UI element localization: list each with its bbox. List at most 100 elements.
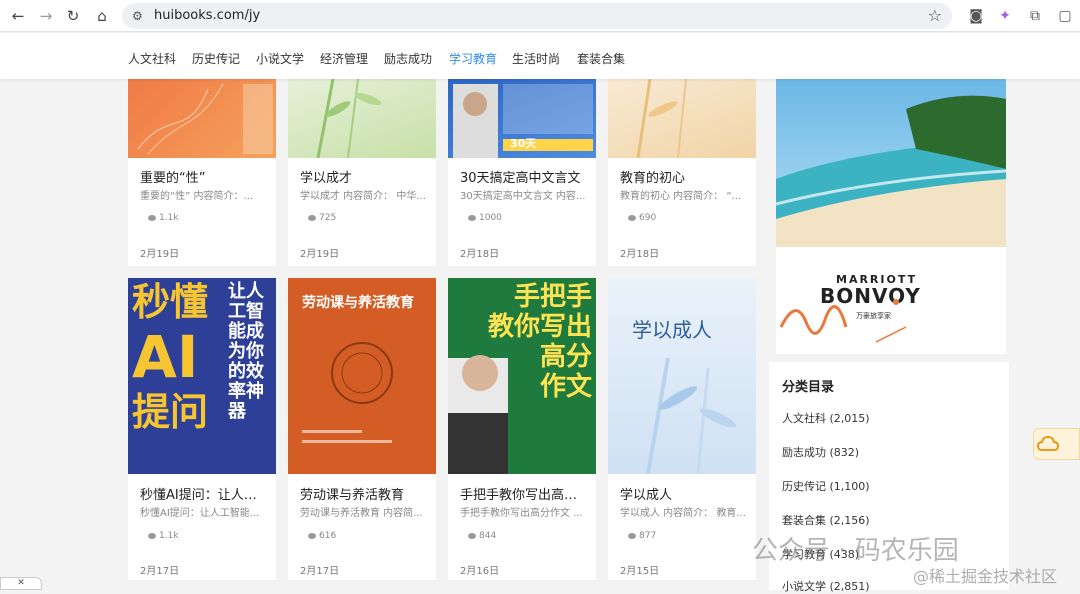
- book-cover[interactable]: 30天: [448, 79, 596, 158]
- view-count: 1.1k: [148, 213, 179, 223]
- bamboo-art: [316, 79, 382, 158]
- ai-side-text: 让人工智能成为你的效率神器: [228, 281, 264, 422]
- nav-item-fiction[interactable]: 小说文学: [256, 50, 304, 67]
- bamboo-art: [636, 79, 687, 158]
- floating-cloud-button[interactable]: [1033, 428, 1080, 460]
- book-title[interactable]: 重要的“性”: [140, 167, 268, 186]
- bamboo-art: [646, 357, 737, 474]
- category-link[interactable]: 历史传记 (1,100): [782, 478, 870, 494]
- puzzle-icon[interactable]: ⧉: [1025, 6, 1045, 26]
- book-card[interactable]: 手把手 教你写出 高分 作文 手把手教你写出高分... 手把手教你写出高分作文 …: [448, 278, 596, 580]
- category-link[interactable]: 小说文学 (2,851): [782, 578, 870, 594]
- book-cover[interactable]: 手把手 教你写出 高分 作文: [448, 278, 596, 474]
- category-link[interactable]: 人文社科 (2,015): [782, 410, 870, 426]
- book-title[interactable]: 手把手教你写出高分...: [460, 484, 588, 503]
- book-desc: 手把手教你写出高分作文 ...: [460, 508, 583, 519]
- ad-brand-area: MARRIOTT BONVOY 万豪旅享家: [776, 247, 1006, 354]
- seal-icon: [302, 342, 393, 443]
- category-link[interactable]: 套装合集 (2,156): [782, 512, 870, 528]
- view-count: 690: [628, 213, 656, 223]
- book-desc: 秒懂AI提问：让人工智能...: [140, 508, 260, 519]
- book-title[interactable]: 教育的初心: [620, 167, 748, 186]
- cloud-icon: [1036, 435, 1060, 451]
- book-cover[interactable]: [608, 79, 756, 158]
- view-count: 616: [308, 531, 336, 541]
- book-cover[interactable]: 劳动课与养活教育: [288, 278, 436, 474]
- site-info-icon[interactable]: ⚙: [132, 9, 143, 23]
- eye-icon: [308, 214, 316, 221]
- book-card[interactable]: 秒懂 AI 提问 让人工智能成为你的效率神器 秒懂AI提问：让人工... 秒懂A…: [128, 278, 276, 580]
- book-title[interactable]: 学以成才: [300, 167, 428, 186]
- nav-item-humanities[interactable]: 人文社科: [128, 50, 176, 67]
- book-cover[interactable]: 学以成人: [608, 278, 756, 474]
- book-desc: 劳动课与养活教育 内容简...: [300, 508, 423, 519]
- nav-item-economy[interactable]: 经济管理: [320, 50, 368, 67]
- ai-cover-text: 秒懂 AI 提问: [132, 280, 209, 434]
- book-title[interactable]: 30天搞定高中文言文: [460, 167, 588, 186]
- book-cover[interactable]: [128, 79, 276, 158]
- publish-date: 2月17日: [140, 566, 180, 577]
- book-desc: 学以成才 内容简介： 中华...: [300, 191, 426, 202]
- beach-image: [776, 79, 1006, 247]
- advertisement[interactable]: MARRIOTT BONVOY 万豪旅享家: [776, 79, 1006, 354]
- nav-item-inspiration[interactable]: 励志成功: [384, 50, 432, 67]
- sidebar-icon[interactable]: ▢: [1055, 6, 1075, 26]
- book-title[interactable]: 劳动课与养活教育: [300, 484, 428, 503]
- book-card[interactable]: 30天 30天搞定高中文言文 30天搞定高中文言文 内容... 1000 2月1…: [448, 79, 596, 266]
- extension-icon[interactable]: ✦: [995, 6, 1015, 26]
- book-card[interactable]: 重要的“性” 重要的“性” 内容简介：... 1.1k 2月19日: [128, 79, 276, 266]
- book-card[interactable]: 教育的初心 教育的初心 内容简介： “... 690 2月18日: [608, 79, 756, 266]
- book-desc: 学以成人 内容简介： 教育...: [620, 508, 746, 519]
- publish-date: 2月18日: [460, 249, 500, 260]
- url-text[interactable]: huibooks.com/jy: [154, 8, 260, 23]
- watermark-wechat: 公众号 · 码农乐园: [752, 536, 959, 566]
- cover-art: [137, 83, 273, 155]
- book-desc: 重要的“性” 内容简介：...: [140, 191, 254, 202]
- book-cover[interactable]: [288, 79, 436, 158]
- publish-date: 2月18日: [620, 249, 660, 260]
- book-card[interactable]: 学以成人 学以成人 学以成人 内容简介： 教育... 877 2月15日: [608, 278, 756, 580]
- view-count: 1.1k: [148, 531, 179, 541]
- watermark-juejin: @稀土掘金技术社区: [913, 567, 1058, 586]
- bookmark-star-icon[interactable]: ☆: [928, 6, 942, 25]
- eye-icon: [468, 214, 476, 221]
- camera-icon[interactable]: ◙: [966, 6, 986, 26]
- address-bar[interactable]: ⚙ huibooks.com/jy ☆: [122, 3, 952, 29]
- book-title[interactable]: 学以成人: [620, 484, 748, 503]
- eye-icon: [148, 214, 156, 221]
- publish-date: 2月16日: [460, 566, 500, 577]
- category-nav: 人文社科 历史传记 小说文学 经济管理 励志成功 学习教育 生活时尚 套装合集: [0, 33, 1080, 79]
- nav-item-history[interactable]: 历史传记: [192, 50, 240, 67]
- writing-cover-text: 手把手 教你写出 高分 作文: [487, 282, 592, 402]
- view-count: 877: [628, 531, 656, 541]
- home-icon[interactable]: ⌂: [92, 6, 112, 26]
- category-heading: 分类目录: [782, 380, 835, 395]
- browser-toolbar: ← → ↻ ⌂ ⚙ huibooks.com/jy ☆ ◙ ✦ ⧉ ▢: [0, 0, 1080, 32]
- cover-text: 30天: [510, 137, 537, 150]
- book-desc: 30天搞定高中文言文 内容...: [460, 191, 586, 202]
- eye-icon: [148, 532, 156, 539]
- back-icon[interactable]: ←: [8, 6, 28, 26]
- view-count: 1000: [468, 213, 502, 223]
- eye-icon: [468, 532, 476, 539]
- publish-date: 2月19日: [140, 249, 180, 260]
- book-card[interactable]: 劳动课与养活教育 劳动课与养活教育 劳动课与养活教育 内容简... 616 2月…: [288, 278, 436, 580]
- forward-icon[interactable]: →: [36, 6, 56, 26]
- publish-date: 2月17日: [300, 566, 340, 577]
- eye-icon: [628, 214, 636, 221]
- publish-date: 2月19日: [300, 249, 340, 260]
- nav-item-collections[interactable]: 套装合集: [577, 50, 625, 67]
- book-desc: 教育的初心 内容简介： “...: [620, 191, 742, 202]
- book-cover[interactable]: 秒懂 AI 提问 让人工智能成为你的效率神器: [128, 278, 276, 474]
- category-link[interactable]: 励志成功 (832): [782, 444, 859, 460]
- close-icon[interactable]: ✕: [0, 577, 42, 590]
- book-title[interactable]: 秒懂AI提问：让人工...: [140, 484, 268, 503]
- reload-icon[interactable]: ↻: [63, 6, 83, 26]
- eye-icon: [628, 532, 636, 539]
- nav-item-lifestyle[interactable]: 生活时尚: [512, 50, 560, 67]
- ad-swirl-art: [779, 299, 907, 343]
- eye-icon: [308, 532, 316, 539]
- book-card[interactable]: 学以成才 学以成才 内容简介： 中华... 725 2月19日: [288, 79, 436, 266]
- view-count: 844: [468, 531, 496, 541]
- nav-item-education[interactable]: 学习教育: [449, 50, 497, 67]
